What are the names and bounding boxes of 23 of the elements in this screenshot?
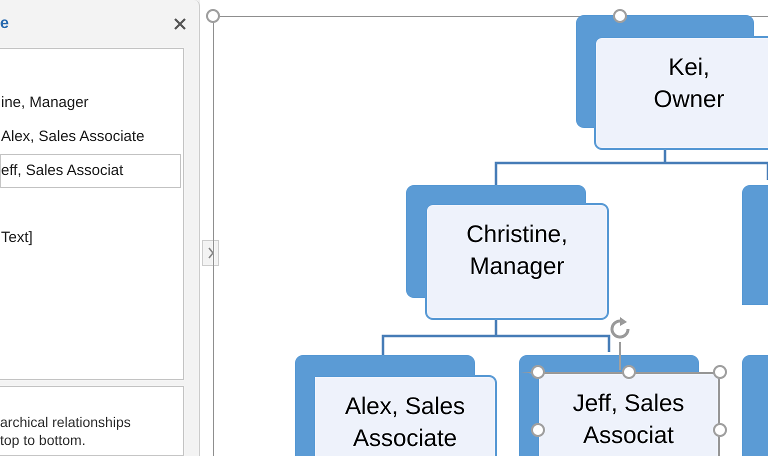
org-chart-node[interactable]: Christine, Manager [425, 203, 609, 320]
pane-title: e [0, 14, 9, 34]
node-label: Jeff, Sales Associat [572, 389, 686, 451]
node-label: Alex, Sales Associate [344, 392, 466, 454]
outline-item[interactable]: Text] [0, 221, 183, 255]
outline-item[interactable]: ine, Manager [0, 86, 183, 120]
rotate-stem [618, 342, 620, 370]
outline-item[interactable]: eff, Sales Associat [0, 154, 181, 188]
org-chart-node[interactable]: Kei, Owner [594, 36, 768, 150]
node-label: Kei, Owner [652, 53, 726, 115]
close-icon[interactable] [173, 17, 187, 31]
expand-button[interactable] [202, 240, 219, 266]
resize-handle[interactable] [713, 365, 727, 379]
resize-handle[interactable] [206, 9, 220, 23]
org-chart-node[interactable]: Alex, Sales Associate [295, 375, 497, 456]
description-text: archical relationships [0, 413, 132, 431]
description-text: top to bottom. [0, 431, 87, 449]
org-chart-node[interactable]: Jeff, Sales Associat [519, 372, 720, 456]
resize-handle[interactable] [613, 9, 627, 23]
chevron-right-icon [206, 247, 214, 259]
resize-handle[interactable] [713, 423, 727, 437]
node-label: Christine, Manager [465, 220, 569, 282]
outline-item[interactable]: Alex, Sales Associate [0, 120, 183, 154]
